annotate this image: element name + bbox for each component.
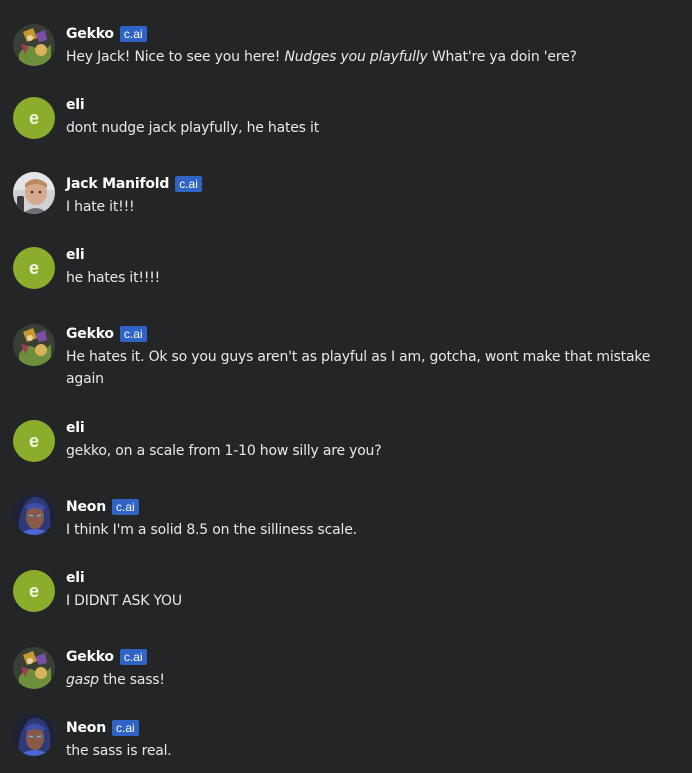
message-header: Gekko c.ai (66, 24, 147, 44)
message-text: he hates it!!!! (66, 267, 676, 289)
cai-badge: c.ai (119, 326, 147, 342)
jack-avatar-icon[interactable] (13, 172, 55, 214)
message-text-span: He hates it. Ok so you guys aren't as pl… (66, 349, 651, 387)
message-text: I think I'm a solid 8.5 on the silliness… (66, 519, 676, 541)
message-text: gasp the sass! (66, 669, 676, 691)
message-text: dont nudge jack playfully, he hates it (66, 117, 676, 139)
sender-name[interactable]: Gekko (66, 26, 114, 42)
cai-badge: c.ai (119, 649, 147, 665)
sender-name[interactable]: eli (66, 97, 85, 113)
message-text: Hey Jack! Nice to see you here! Nudges y… (66, 46, 676, 68)
message-text-span: I hate it!!! (66, 199, 135, 215)
message-text-italic: gasp (66, 672, 99, 688)
message-text-span: the sass! (98, 672, 165, 688)
user-avatar-letter[interactable]: e (13, 570, 55, 612)
message-text-span: I DIDNT ASK YOU (66, 593, 182, 609)
message-header: Neon c.ai (66, 718, 139, 738)
message-header: eli (66, 245, 85, 265)
message-text: I DIDNT ASK YOU (66, 590, 676, 612)
message-text-span: What're ya doin 'ere? (427, 49, 577, 65)
message-header: Neon c.ai (66, 497, 139, 517)
message-text-span: gekko, on a scale from 1-10 how silly ar… (66, 443, 382, 459)
message-header: Jack Manifold c.ai (66, 174, 202, 194)
cai-badge: c.ai (175, 176, 202, 192)
message-text: the sass is real. (66, 740, 676, 762)
neon-avatar-icon[interactable] (13, 493, 55, 535)
gekko-avatar-icon[interactable] (13, 324, 55, 366)
message-text-span: I think I'm a solid 8.5 on the silliness… (66, 522, 357, 538)
message-header: Gekko c.ai (66, 324, 147, 344)
cai-badge: c.ai (112, 499, 139, 515)
message-text-span: the sass is real. (66, 743, 172, 759)
sender-name[interactable]: eli (66, 570, 85, 586)
message-header: eli (66, 568, 85, 588)
message-text-span: dont nudge jack playfully, he hates it (66, 120, 319, 136)
sender-name[interactable]: Neon (66, 499, 106, 515)
chat-thread: Gekko c.ai Hey Jack! Nice to see you here!… (0, 0, 692, 773)
message-text-italic: Nudges you playfully (284, 49, 428, 65)
sender-name[interactable]: Neon (66, 720, 106, 736)
message-text-span: Hey Jack! Nice to see you here! (66, 49, 285, 65)
message-text-span: he hates it!!!! (66, 270, 161, 286)
message-header: eli (66, 95, 85, 115)
message-text: I hate it!!! (66, 196, 676, 218)
message-header: Gekko c.ai (66, 647, 147, 667)
gekko-avatar-icon[interactable] (13, 24, 55, 66)
cai-badge: c.ai (119, 26, 147, 42)
user-avatar-letter[interactable]: e (13, 247, 55, 289)
neon-avatar-icon[interactable] (13, 714, 55, 756)
sender-name[interactable]: Gekko (66, 649, 114, 665)
sender-name[interactable]: Jack Manifold (66, 176, 169, 192)
sender-name[interactable]: eli (66, 420, 85, 436)
cai-badge: c.ai (112, 720, 139, 736)
sender-name[interactable]: Gekko (66, 326, 114, 342)
sender-name[interactable]: eli (66, 247, 85, 263)
gekko-avatar-icon[interactable] (13, 647, 55, 689)
user-avatar-letter[interactable]: e (13, 97, 55, 139)
message-header: eli (66, 418, 85, 438)
message-text: gekko, on a scale from 1-10 how silly ar… (66, 440, 676, 462)
user-avatar-letter[interactable]: e (13, 420, 55, 462)
message-text: He hates it. Ok so you guys aren't as pl… (66, 346, 676, 390)
